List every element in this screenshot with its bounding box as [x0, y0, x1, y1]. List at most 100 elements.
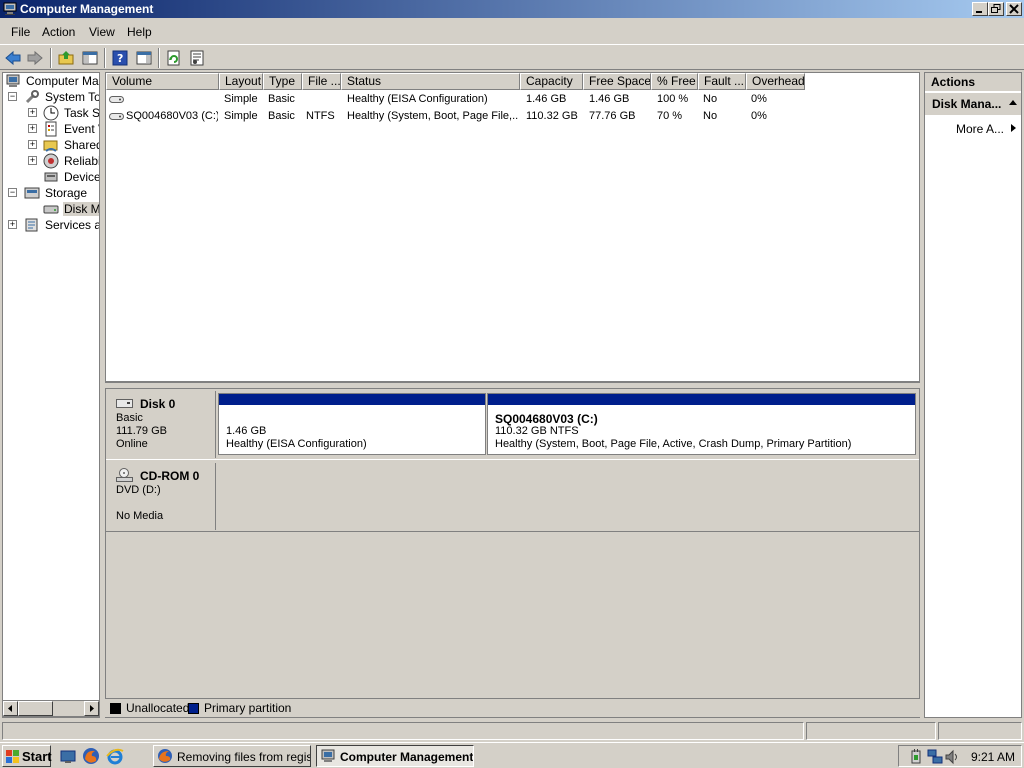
tree-item-storage[interactable]: − Storage — [3, 185, 99, 201]
disk-size: 111.79 GB — [116, 425, 167, 437]
menu-action[interactable]: Action — [42, 25, 75, 39]
legend-swatch-unallocated — [110, 703, 121, 714]
column-header-file-system[interactable]: File ... — [302, 73, 341, 90]
cell-free-space: 1.46 GB — [589, 93, 630, 105]
internet-explorer-icon[interactable] — [106, 747, 124, 765]
column-header-fault-tolerance[interactable]: Fault ... — [698, 73, 746, 90]
show-desktop-icon[interactable] — [59, 747, 77, 765]
toolbar-separator — [104, 48, 106, 68]
partition-color-bar — [219, 394, 485, 405]
collapse-toggle[interactable]: − — [8, 92, 17, 101]
scroll-left-button[interactable] — [3, 701, 18, 716]
collapse-up-icon[interactable] — [1009, 100, 1017, 106]
tree-item-services-applications[interactable]: + Services an — [3, 217, 99, 233]
help-button[interactable]: ? — [110, 48, 130, 68]
event-viewer-icon — [45, 121, 57, 137]
firefox-icon[interactable] — [82, 747, 100, 765]
menu-view[interactable]: View — [89, 25, 115, 39]
expand-toggle[interactable]: + — [28, 108, 37, 117]
scroll-right-button[interactable] — [84, 701, 99, 716]
column-header-volume[interactable]: Volume — [106, 73, 219, 90]
tree-label: Computer Mana — [26, 74, 99, 88]
column-header-status[interactable]: Status — [341, 73, 520, 90]
column-header-layout[interactable]: Layout — [219, 73, 263, 90]
legend: Unallocated Primary partition — [105, 698, 920, 717]
tree-label: System Too — [45, 90, 99, 104]
partition-c-drive[interactable]: SQ004680V03 (C:) 110.32 GB NTFS Healthy … — [487, 393, 916, 455]
table-row[interactable]: Simple Basic Healthy (EISA Configuration… — [106, 91, 919, 108]
menu-help[interactable]: Help — [127, 25, 152, 39]
scroll-thumb[interactable] — [18, 701, 53, 716]
menu-bar: File Action View Help — [0, 18, 1024, 44]
title-bar[interactable]: Computer Management — [0, 0, 1024, 18]
expand-toggle[interactable]: + — [28, 140, 37, 149]
taskbar-button-computer-management[interactable]: Computer Management — [316, 745, 474, 767]
minimize-button[interactable] — [972, 2, 988, 16]
tree-label: Storage — [45, 186, 88, 200]
toolbar-separator — [50, 48, 52, 68]
arrow-right-icon — [90, 705, 94, 712]
close-button[interactable] — [1006, 2, 1022, 16]
forward-button[interactable] — [25, 48, 45, 68]
column-header-overhead[interactable]: Overhead — [746, 73, 805, 90]
cell-capacity: 1.46 GB — [526, 93, 567, 105]
column-header-free-space[interactable]: Free Space — [583, 73, 651, 90]
menu-file[interactable]: File — [11, 25, 30, 39]
restore-button[interactable] — [988, 2, 1004, 16]
refresh-button[interactable] — [164, 48, 184, 68]
svg-text:?: ? — [117, 52, 123, 65]
partition-eisa[interactable]: 1.46 GB Healthy (EISA Configuration) — [218, 393, 486, 455]
column-header-type[interactable]: Type — [263, 73, 302, 90]
up-folder-button[interactable] — [56, 48, 76, 68]
status-cell — [806, 722, 936, 740]
taskbar: Start Removing files from registr... Com… — [0, 742, 1024, 768]
back-arrow-icon — [5, 50, 21, 66]
tree-item-computer-management[interactable]: Computer Mana — [5, 73, 99, 89]
disk-row-cdrom-0[interactable]: CD-ROM 0 DVD (D:) No Media — [106, 461, 919, 532]
tree-item-device-manager[interactable]: Device — [3, 169, 99, 185]
back-button[interactable] — [3, 48, 23, 68]
show-hide-action-pane-button[interactable] — [134, 48, 154, 68]
expand-toggle[interactable]: + — [8, 220, 17, 229]
start-button[interactable]: Start — [2, 745, 52, 767]
disk-management-icon — [43, 205, 59, 214]
status-cell — [938, 722, 1022, 740]
console-tree: Computer Mana − System Too + Task S + Ev… — [2, 72, 100, 718]
column-header-percent-free[interactable]: % Free — [651, 73, 698, 90]
clock[interactable]: 9:21 AM — [971, 750, 1015, 764]
cell-volume: SQ004680V03 (C:) — [126, 110, 218, 122]
tree-horizontal-scrollbar[interactable] — [2, 700, 100, 717]
tree-item-system-tools[interactable]: − System Too — [3, 89, 99, 105]
tree-label: Reliabi — [64, 154, 100, 168]
actions-group-disk-management[interactable]: Disk Mana... — [925, 93, 1021, 115]
cell-type: Basic — [268, 110, 295, 122]
tree-item-shared-folders[interactable]: + Shared — [3, 137, 99, 153]
volume-icon[interactable] — [945, 749, 961, 765]
window-title: Computer Management — [20, 2, 154, 16]
tree-item-event-viewer[interactable]: + Event V — [3, 121, 99, 137]
console-tree-icon — [82, 51, 98, 65]
disk-info[interactable]: Disk 0 Basic 111.79 GB Online — [108, 391, 216, 458]
disk-row-disk-0[interactable]: Disk 0 Basic 111.79 GB Online 1.46 GB He… — [106, 389, 919, 460]
collapse-toggle[interactable]: − — [8, 188, 17, 197]
network-icon[interactable] — [927, 749, 943, 765]
tree-item-reliability[interactable]: + Reliabi — [3, 153, 99, 169]
start-label: Start — [22, 749, 52, 764]
disk-info[interactable]: CD-ROM 0 DVD (D:) No Media — [108, 463, 216, 530]
show-hide-tree-button[interactable] — [80, 48, 100, 68]
taskbar-button-firefox[interactable]: Removing files from registr... — [153, 745, 311, 767]
column-header-capacity[interactable]: Capacity — [520, 73, 583, 90]
more-actions-item[interactable]: More A... — [956, 122, 1004, 136]
expand-toggle[interactable]: + — [28, 156, 37, 165]
legend-swatch-primary-partition — [188, 703, 199, 714]
power-plug-icon[interactable] — [909, 749, 923, 765]
cell-percent-free: 70 % — [657, 110, 683, 122]
tree-item-task-scheduler[interactable]: + Task S — [3, 105, 99, 121]
disk-graphical-view: Disk 0 Basic 111.79 GB Online 1.46 GB He… — [105, 388, 920, 718]
partition-status: Healthy (System, Boot, Page File, Active… — [495, 438, 852, 450]
tree-item-disk-management[interactable]: Disk M — [3, 201, 99, 217]
table-row[interactable]: SQ004680V03 (C:) Simple Basic NTFS Healt… — [106, 108, 919, 125]
expand-toggle[interactable]: + — [28, 124, 37, 133]
cell-fault-tolerance: No — [703, 110, 718, 122]
properties-button[interactable] — [187, 48, 207, 68]
